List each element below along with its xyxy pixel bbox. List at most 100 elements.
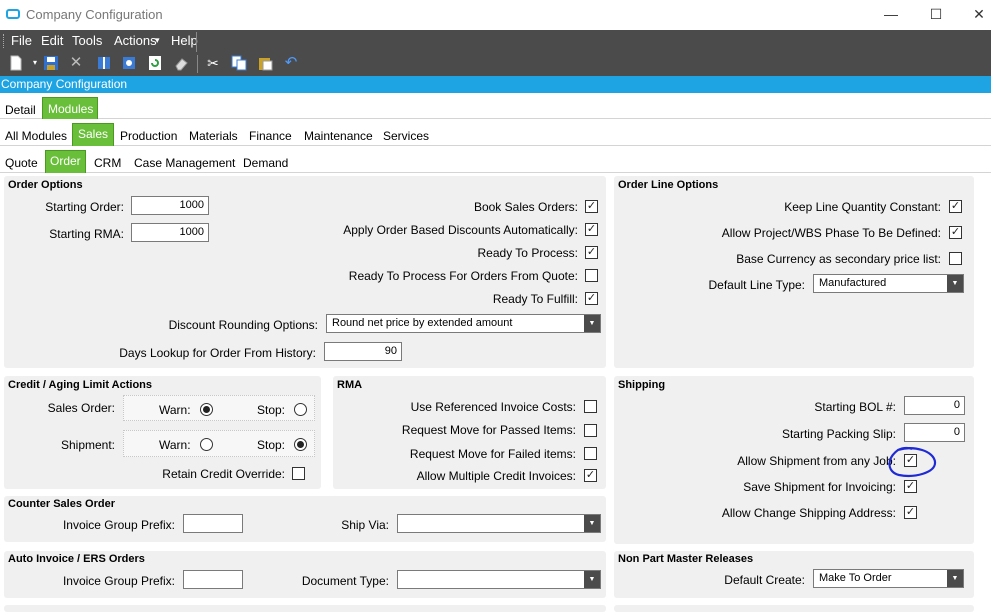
chevron-down-icon[interactable]: ▼: [584, 515, 600, 532]
tab-services[interactable]: Services: [383, 129, 429, 143]
starting-packing-input[interactable]: 0: [904, 423, 965, 442]
ready-to-process-checkbox[interactable]: ✓: [585, 246, 598, 259]
tab-crm[interactable]: CRM: [94, 156, 121, 170]
menu-edit[interactable]: Edit: [41, 33, 63, 48]
base-currency-label: Base Currency as secondary price list:: [736, 252, 941, 266]
toolbar-divider: [197, 55, 198, 73]
starting-bol-input[interactable]: 0: [904, 396, 965, 415]
app-icon: [6, 9, 20, 19]
multiple-credit-checkbox[interactable]: ✓: [584, 469, 597, 482]
chevron-down-icon[interactable]: ▼: [584, 571, 600, 588]
retain-override-checkbox[interactable]: [292, 467, 305, 480]
apply-discounts-checkbox[interactable]: ✓: [585, 223, 598, 236]
tabs-level1: Detail Modules: [0, 93, 991, 122]
sales-order-stop-radio[interactable]: [294, 403, 307, 416]
order-options-panel: Order Options Starting Order: 1000 Start…: [4, 176, 606, 368]
save-for-invoicing-checkbox[interactable]: ✓: [904, 480, 917, 493]
tab-order[interactable]: Order: [45, 150, 86, 175]
keep-line-qty-label: Keep Line Quantity Constant:: [784, 200, 941, 214]
ready-to-process-quote-label: Ready To Process For Orders From Quote:: [348, 269, 578, 283]
default-line-type-label: Default Line Type:: [708, 278, 805, 292]
copy-icon[interactable]: [231, 55, 247, 71]
tab-sales[interactable]: Sales: [72, 123, 115, 148]
move-passed-label: Request Move for Passed Items:: [401, 423, 576, 437]
tab-detail[interactable]: Detail: [5, 103, 36, 117]
starting-order-input[interactable]: 1000: [131, 196, 209, 215]
refresh-icon[interactable]: [147, 55, 163, 71]
shipment-warn-radio[interactable]: [200, 438, 213, 451]
counter-sales-title: Counter Sales Order: [8, 498, 115, 510]
allow-any-job-label: Allow Shipment from any Job:: [737, 454, 896, 468]
chevron-down-icon[interactable]: ▼: [947, 275, 963, 292]
save-icon[interactable]: [43, 55, 59, 71]
sales-order-warn-radio[interactable]: [200, 403, 213, 416]
use-ref-costs-checkbox[interactable]: [584, 400, 597, 413]
auto-invoice-group-label: Invoice Group Prefix:: [62, 574, 175, 588]
shipment-stop-radio[interactable]: [294, 438, 307, 451]
menu-actions[interactable]: Actions: [114, 33, 157, 48]
allow-change-address-checkbox[interactable]: ✓: [904, 506, 917, 519]
rma-panel: RMA Use Referenced Invoice Costs: Reques…: [333, 376, 606, 489]
book-icon[interactable]: [96, 55, 112, 71]
order-options-title: Order Options: [8, 179, 83, 191]
next-panel-right: [614, 605, 974, 612]
document-type-select[interactable]: ▼: [397, 570, 601, 589]
tab-finance[interactable]: Finance: [249, 129, 292, 143]
discount-rounding-select[interactable]: Round net price by extended amount ▼: [326, 314, 601, 333]
menu-file[interactable]: File: [11, 33, 32, 48]
counter-sales-panel: Counter Sales Order Invoice Group Prefix…: [4, 496, 606, 542]
allow-project-checkbox[interactable]: ✓: [949, 226, 962, 239]
non-part-panel: Non Part Master Releases Default Create:…: [614, 551, 974, 598]
chevron-down-icon[interactable]: ▼: [584, 315, 600, 332]
tab-production[interactable]: Production: [120, 129, 177, 143]
starting-rma-label: Starting RMA:: [49, 227, 124, 241]
menu-help[interactable]: Help: [171, 33, 198, 48]
order-line-options-panel: Order Line Options Keep Line Quantity Co…: [614, 176, 974, 368]
tab-materials[interactable]: Materials: [189, 129, 238, 143]
menu-bar: File Edit Tools Actions ▾ Help: [0, 30, 991, 52]
days-lookup-input[interactable]: 90: [324, 342, 402, 361]
discount-rounding-value: Round net price by extended amount: [332, 317, 513, 329]
ready-to-process-quote-checkbox[interactable]: [585, 269, 598, 282]
menu-actions-arrow: ▾: [155, 35, 160, 45]
credit-aging-title: Credit / Aging Limit Actions: [8, 379, 153, 391]
tabs-level2: All Modules Sales Production Materials F…: [0, 119, 991, 148]
credit-sales-order-label: Sales Order:: [47, 401, 115, 415]
ship-via-select[interactable]: ▼: [397, 514, 601, 533]
menu-divider: [196, 32, 197, 52]
apply-discounts-label: Apply Order Based Discounts Automaticall…: [343, 223, 578, 237]
ready-to-fulfill-checkbox[interactable]: ✓: [585, 292, 598, 305]
base-currency-checkbox[interactable]: [949, 252, 962, 265]
form-title: Company Configuration: [0, 76, 991, 93]
default-line-type-select[interactable]: Manufactured ▼: [813, 274, 964, 293]
starting-bol-label: Starting BOL #:: [814, 400, 896, 414]
new-dropdown-icon[interactable]: ▾: [27, 55, 43, 71]
tab-all-modules[interactable]: All Modules: [5, 129, 67, 143]
menu-tools[interactable]: Tools: [72, 33, 102, 48]
default-create-value: Make To Order: [819, 572, 892, 584]
delete-icon[interactable]: ✕: [68, 55, 84, 71]
book-sales-orders-checkbox[interactable]: ✓: [585, 200, 598, 213]
shipment-radio-group: Warn: Stop:: [123, 430, 315, 457]
tab-quote[interactable]: Quote: [5, 156, 38, 170]
keep-line-qty-checkbox[interactable]: ✓: [949, 200, 962, 213]
tab-demand[interactable]: Demand: [243, 156, 288, 170]
cut-icon[interactable]: ✂: [205, 55, 221, 71]
search-icon[interactable]: [121, 55, 137, 71]
paste-icon[interactable]: [257, 55, 273, 71]
close-button[interactable]: ✕: [964, 4, 991, 26]
chevron-down-icon[interactable]: ▼: [947, 570, 963, 587]
default-create-select[interactable]: Make To Order ▼: [813, 569, 964, 588]
maximize-button[interactable]: ☐: [921, 4, 951, 26]
move-failed-checkbox[interactable]: [584, 447, 597, 460]
minimize-button[interactable]: —: [876, 4, 906, 26]
tab-maintenance[interactable]: Maintenance: [304, 129, 373, 143]
order-line-options-title: Order Line Options: [618, 179, 719, 191]
eraser-icon[interactable]: [173, 55, 189, 71]
undo-icon[interactable]: ↶: [283, 55, 299, 71]
starting-rma-input[interactable]: 1000: [131, 223, 209, 242]
new-icon[interactable]: [8, 55, 24, 71]
move-passed-checkbox[interactable]: [584, 424, 597, 437]
window-titlebar: Company Configuration — ☐ ✕: [0, 0, 991, 30]
tab-case-management[interactable]: Case Management: [134, 156, 235, 170]
